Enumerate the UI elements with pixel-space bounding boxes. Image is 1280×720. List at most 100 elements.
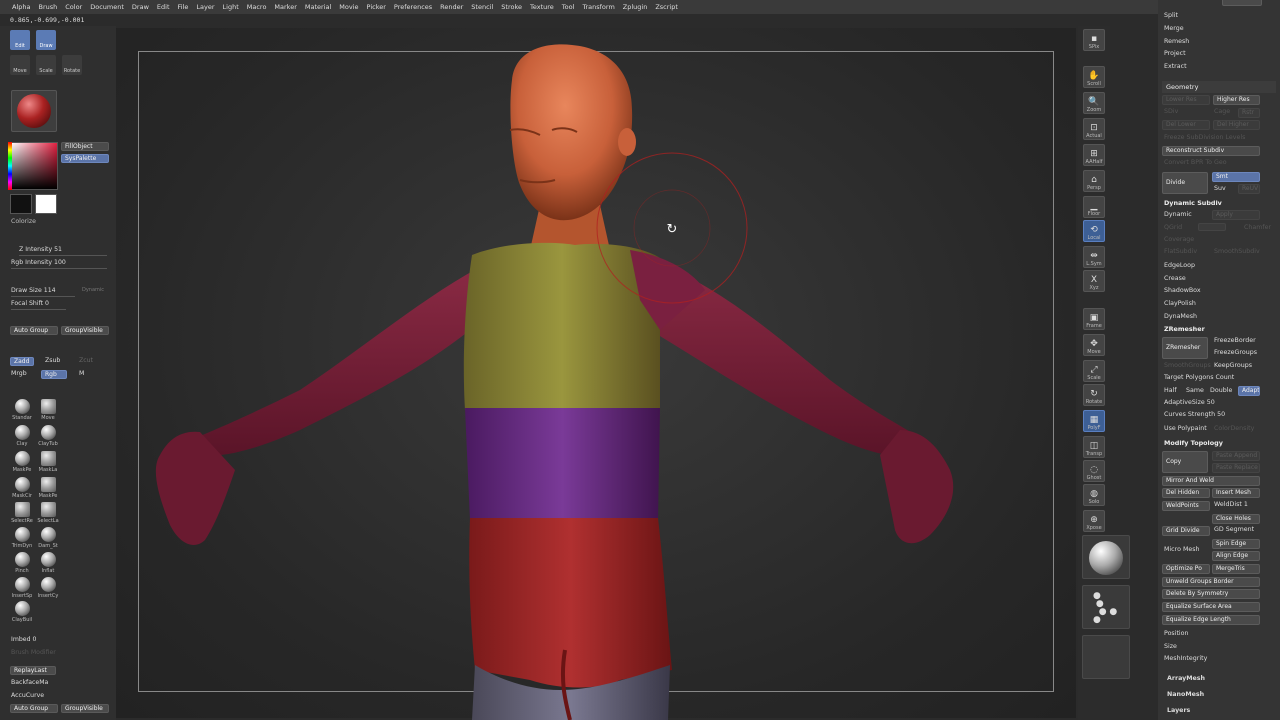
keep-groups-toggle[interactable]: KeepGroups	[1214, 362, 1252, 369]
gd-segment-slider[interactable]: GD Segment	[1214, 526, 1254, 533]
modify-topology-header[interactable]: Modify Topology	[1164, 439, 1223, 447]
claypolish-button[interactable]: ClayPolish	[1164, 300, 1196, 307]
apply-button[interactable]: Apply	[1212, 210, 1260, 220]
size-subpalette[interactable]: Size	[1164, 643, 1177, 650]
edgeloop-button[interactable]: EdgeLoop	[1164, 262, 1195, 269]
higher-res-button[interactable]: Higher Res	[1213, 95, 1260, 105]
dynamic-subdiv-header[interactable]: Dynamic Subdiv	[1164, 199, 1222, 207]
del-hidden-button[interactable]: Del Hidden	[1162, 488, 1210, 498]
shelf-scroll-button[interactable]: ✋ Scroll	[1083, 66, 1105, 88]
chamfer-toggle[interactable]: Chamfer	[1244, 224, 1271, 231]
meshintegrity-subpalette[interactable]: MeshIntegrity	[1164, 655, 1207, 662]
lower-res-button[interactable]: Lower Res	[1162, 95, 1210, 105]
shelf-thumb-dots[interactable]: ● ● ● ● ●	[1082, 585, 1130, 629]
equalize-surface-area-button[interactable]: Equalize Surface Area	[1162, 602, 1260, 612]
dynamesh-button[interactable]: DynaMesh	[1164, 313, 1197, 320]
shelf-spix-button[interactable]: ▪ SPix	[1083, 29, 1105, 51]
close-holes-button[interactable]: Close Holes	[1212, 514, 1260, 524]
weld-dist-slider[interactable]: WeldDist 1	[1214, 501, 1248, 508]
freeze-border-toggle[interactable]: FreezeBorder	[1214, 337, 1256, 344]
color-density-slider[interactable]: ColorDensity	[1214, 425, 1254, 432]
align-edge-button[interactable]: Align Edge	[1212, 551, 1260, 561]
smooth-groups-slider[interactable]: SmoothGroups	[1164, 362, 1211, 369]
shelf-thumb-blank[interactable]	[1082, 635, 1130, 679]
merge-tris-button[interactable]: MergeTris	[1212, 564, 1260, 574]
freeze-groups-toggle[interactable]: FreezeGroups	[1214, 349, 1257, 356]
copy-button[interactable]: Copy	[1162, 451, 1208, 473]
suv-toggle[interactable]: Suv	[1214, 185, 1226, 192]
insert-mesh-button[interactable]: Insert Mesh	[1212, 488, 1260, 498]
adapt-toggle[interactable]: Adapt	[1238, 386, 1260, 396]
shelf-xyz-button[interactable]: X Xyz	[1083, 270, 1105, 292]
shelf-persp-button[interactable]: ⌂ Persp	[1083, 170, 1105, 192]
shelf-local-button[interactable]: ⟲ Local	[1083, 220, 1105, 242]
shelf-move-button[interactable]: ✥ Move	[1083, 334, 1105, 356]
del-lower-button[interactable]: Del Lower	[1162, 120, 1210, 130]
shelf-transp-button[interactable]: ◫ Transp	[1083, 436, 1105, 458]
dynamic-toggle-right[interactable]: Dynamic	[1164, 211, 1192, 218]
del-higher-button[interactable]: Del Higher	[1213, 120, 1260, 130]
weld-points-button[interactable]: WeldPoints	[1162, 501, 1210, 511]
zremesher-button[interactable]: ZRemesher	[1162, 337, 1208, 359]
same-button[interactable]: Same	[1186, 387, 1204, 394]
rstr-button[interactable]: Rstr	[1238, 108, 1260, 118]
convert-bpr-button[interactable]: Convert BPR To Geo	[1164, 159, 1227, 166]
shelf-ghost-button[interactable]: ◌ Ghost	[1083, 460, 1105, 482]
double-button[interactable]: Double	[1210, 387, 1232, 394]
spin-edge-button[interactable]: Spin Edge	[1212, 539, 1260, 549]
merge-button[interactable]: Merge	[1164, 25, 1184, 32]
cage-button[interactable]: Cage	[1214, 108, 1230, 115]
shadowbox-button[interactable]: ShadowBox	[1164, 287, 1201, 294]
freeze-subdiv-button[interactable]: Freeze SubDivision Levels	[1164, 134, 1245, 141]
target-polygons-slider[interactable]: Target Polygons Count	[1164, 374, 1234, 381]
shelf-actual-button[interactable]: ⊡ Actual	[1083, 118, 1105, 140]
equalize-edge-length-button[interactable]: Equalize Edge Length	[1162, 615, 1260, 625]
reuv-toggle[interactable]: ReUV	[1238, 184, 1260, 194]
shelf-floor-button[interactable]: ▁ Floor	[1083, 196, 1105, 218]
split-button[interactable]: Split	[1164, 12, 1178, 19]
curves-strength-slider[interactable]: Curves Strength 50	[1164, 411, 1225, 418]
coverage-slider[interactable]: Coverage	[1164, 236, 1194, 243]
smooth-subdiv-slider[interactable]: SmoothSubdiv	[1214, 248, 1260, 255]
adaptive-size-slider[interactable]: AdaptiveSize 50	[1164, 399, 1215, 406]
paste-replace-button[interactable]: Paste Replace	[1212, 463, 1260, 473]
use-polypaint-toggle[interactable]: Use Polypaint	[1164, 425, 1207, 432]
shelf-xpose-button[interactable]: ⊕ Xpose	[1083, 510, 1105, 532]
flat-subdiv-slider[interactable]: FlatSubdiv	[1164, 248, 1197, 255]
arraymesh-subpalette[interactable]: ArrayMesh	[1167, 675, 1205, 682]
unweld-groups-border-button[interactable]: Unweld Groups Border	[1162, 577, 1260, 587]
sdiv-slider[interactable]: SDiv	[1164, 108, 1178, 115]
paste-append-button[interactable]: Paste Append	[1212, 451, 1260, 461]
mirror-and-weld-button[interactable]: Mirror And Weld	[1162, 476, 1260, 486]
shelf-solo-button[interactable]: ◍ Solo	[1083, 484, 1105, 506]
project-button[interactable]: Project	[1164, 50, 1186, 57]
extract-button[interactable]: Extract	[1164, 63, 1187, 70]
micro-mesh-button[interactable]: Micro Mesh	[1164, 546, 1200, 553]
shelf-frame-button[interactable]: ▣ Frame	[1083, 308, 1105, 330]
nanomesh-subpalette[interactable]: NanoMesh	[1167, 691, 1204, 698]
remesh-button[interactable]: Remesh	[1164, 38, 1189, 45]
layers-subpalette[interactable]: Layers	[1167, 707, 1190, 714]
zremesher-header[interactable]: ZRemesher	[1164, 325, 1205, 333]
crease-button[interactable]: Crease	[1164, 275, 1186, 282]
shelf-rotate-button[interactable]: ↻ Rotate	[1083, 384, 1105, 406]
divide-button[interactable]: Divide	[1162, 172, 1208, 194]
shelf-aahalf-button[interactable]: ⊞ AAHalf	[1083, 144, 1105, 166]
optimize-points-button[interactable]: Optimize Po	[1162, 564, 1210, 574]
qgrid-value[interactable]	[1198, 223, 1226, 231]
shelf-zoom-button[interactable]: 🔍 Zoom	[1083, 92, 1105, 114]
shelf-thumb-sphere[interactable]	[1082, 535, 1130, 579]
shelf-scale-button[interactable]: ⤢ Scale	[1083, 360, 1105, 382]
half-button[interactable]: Half	[1164, 387, 1177, 394]
qgrid-slider[interactable]: QGrid	[1164, 224, 1182, 231]
smt-toggle[interactable]: Smt	[1212, 172, 1260, 182]
shelf-lsym-button[interactable]: ⇹ L.Sym	[1083, 246, 1105, 268]
shelf-polyf-button[interactable]: ▦ PolyF	[1083, 410, 1105, 432]
grid-divide-button[interactable]: Grid Divide	[1162, 526, 1210, 536]
reconstruct-subdiv-button[interactable]: Reconstruct Subdiv	[1162, 146, 1260, 156]
top-partial-button[interactable]	[1222, 0, 1262, 6]
geometry-header[interactable]: Geometry	[1162, 81, 1276, 93]
left-arm	[185, 268, 478, 457]
delete-by-symmetry-button[interactable]: Delete By Symmetry	[1162, 589, 1260, 599]
position-subpalette[interactable]: Position	[1164, 630, 1189, 637]
